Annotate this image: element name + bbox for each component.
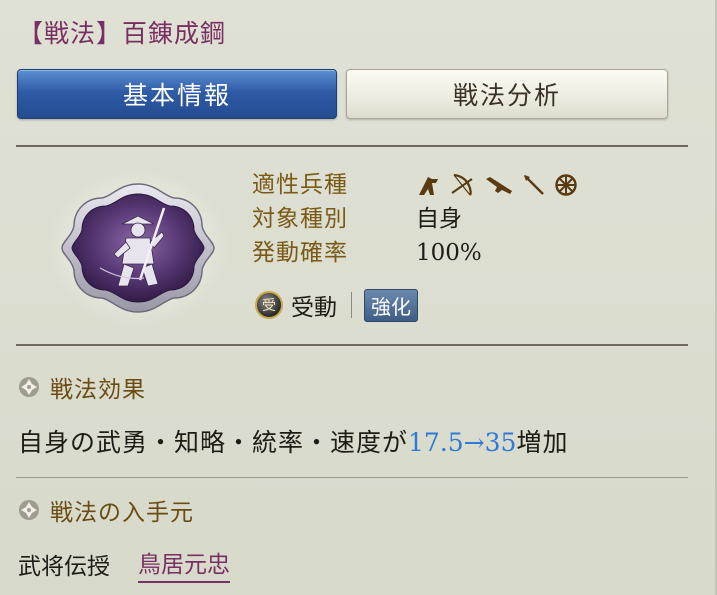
passive-badge-icon: 受 — [255, 291, 283, 319]
divider — [16, 477, 688, 478]
effect-section-header: 戦法効果 — [18, 370, 146, 404]
activation-rate-value: 100% — [416, 240, 482, 266]
troop-type-icons — [416, 168, 578, 202]
stat-values: 自身 100% — [416, 168, 578, 270]
stat-labels: 適性兵種 対象種別 発動確率 — [252, 168, 348, 270]
effect-value: 17.5→35 — [408, 428, 517, 457]
source-row: 武将伝授 鳥居元忠 — [18, 545, 230, 583]
diamond-flower-icon — [19, 377, 39, 397]
skill-emblem — [44, 168, 232, 328]
tab-skill-analysis[interactable]: 戦法分析 — [346, 69, 668, 119]
divider — [16, 145, 688, 147]
tab-basic-info[interactable]: 基本情報 — [17, 69, 337, 119]
skill-effect-description: 自身の武勇・知略・統率・速度が17.5→35増加 — [18, 423, 568, 459]
gun-icon — [486, 177, 512, 194]
label-activation-rate: 発動確率 — [252, 240, 348, 266]
spear-icon — [524, 175, 544, 195]
samurai-emblem-icon — [46, 170, 230, 326]
separator — [351, 292, 352, 318]
skill-type-row: 受 受動 強化 — [255, 288, 418, 322]
skill-type-label: 受動 — [291, 295, 337, 321]
enhance-tag: 強化 — [364, 288, 418, 322]
archer-icon — [451, 173, 473, 196]
label-troop-type: 適性兵種 — [252, 172, 348, 198]
general-link[interactable]: 鳥居元忠 — [138, 545, 230, 583]
cavalry-icon — [419, 177, 438, 195]
target-type-value: 自身 — [416, 206, 462, 232]
skill-detail-panel: 【戦法】百錬成鋼 基本情報 戦法分析 適性兵種 対象種別 発動確率 自身 100… — [0, 0, 717, 595]
label-target-type: 対象種別 — [252, 206, 348, 232]
source-section-header: 戦法の入手元 — [18, 493, 194, 527]
effect-prefix: 自身の武勇・知略・統率・速度が — [18, 428, 409, 457]
source-label: 武将伝授 — [18, 554, 110, 580]
effect-section-title: 戦法効果 — [50, 377, 146, 403]
divider — [16, 344, 688, 346]
skill-title: 【戦法】百錬成鋼 — [18, 19, 227, 48]
source-section-title: 戦法の入手元 — [50, 500, 194, 526]
effect-suffix: 増加 — [516, 428, 569, 457]
wheel-icon — [555, 174, 577, 196]
diamond-flower-icon — [19, 500, 39, 520]
